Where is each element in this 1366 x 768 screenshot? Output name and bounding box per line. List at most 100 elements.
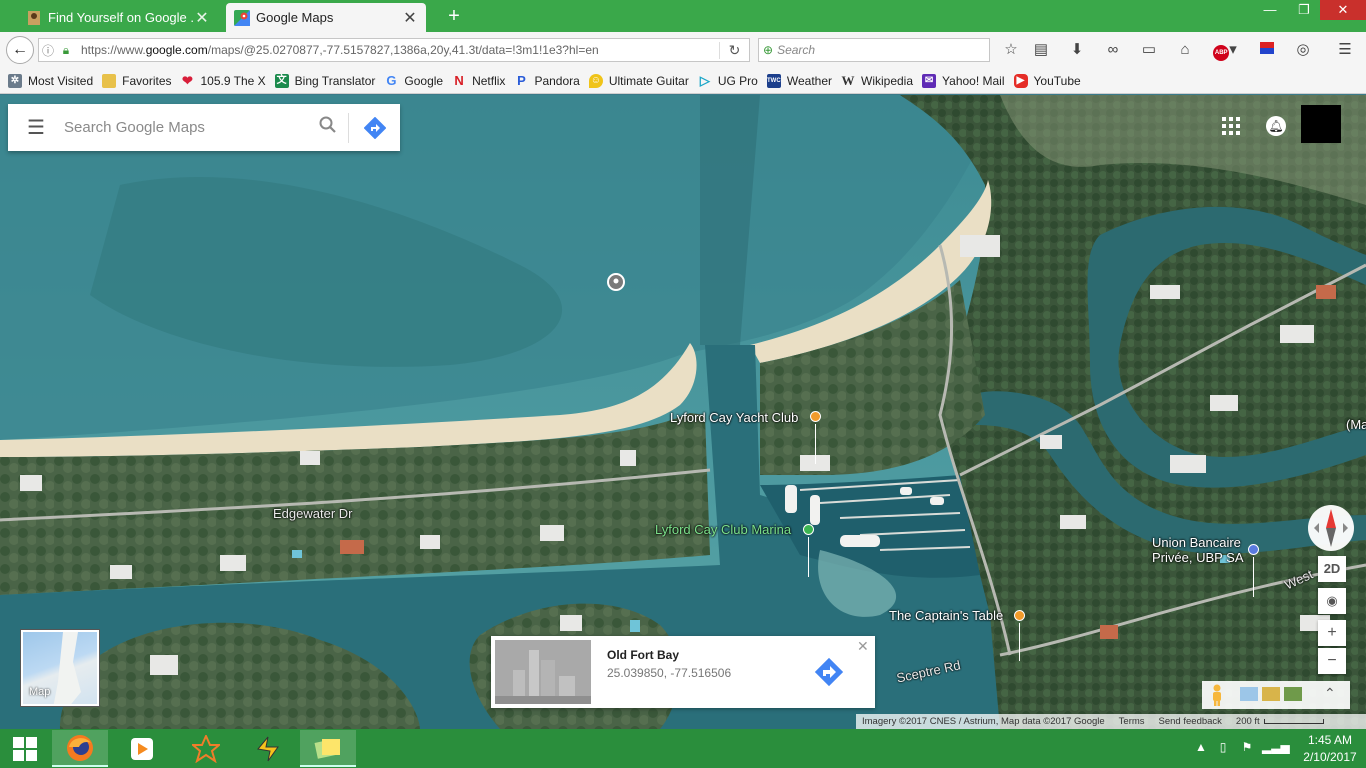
poi-leader-line [1253, 557, 1254, 597]
bookmark-star-icon[interactable]: ☆ [1000, 40, 1022, 60]
maps-search-input[interactable] [64, 119, 308, 136]
directions-icon[interactable] [348, 112, 400, 143]
tab-find-yourself[interactable]: Find Yourself on Google ... ✕ [18, 3, 218, 32]
taskbar-sticky-notes[interactable] [300, 730, 356, 767]
map-label-captains-table[interactable]: The Captain's Table [889, 608, 1003, 623]
scale-bar[interactable]: 200 ft [1236, 716, 1324, 727]
firefox-icon [67, 734, 93, 761]
bookmark-1059-the-x[interactable]: ❤ 105.9 The X [181, 73, 266, 88]
bookmark-wikipedia[interactable]: W Wikipedia [841, 73, 914, 88]
tab-label: Find Yourself on Google ... [48, 10, 194, 25]
bookmark-ug-pro[interactable]: ▷ UG Pro [698, 73, 758, 88]
bookmark-yahoo-mail[interactable]: ✉ Yahoo! Mail [922, 73, 1005, 88]
browser-search-bar[interactable]: ⊕ Search [758, 38, 990, 62]
google-maps-icon [234, 9, 250, 26]
terms-link[interactable]: Terms [1119, 716, 1145, 727]
tray-overflow-icon[interactable]: ▲ [1192, 740, 1210, 754]
directions-icon[interactable] [813, 656, 845, 688]
bookmark-google[interactable]: G Google [384, 72, 443, 88]
lock-icon: 🔒︎ [62, 42, 70, 57]
clock-time[interactable]: 1:45 AM [1300, 733, 1360, 747]
bookmark-netflix[interactable]: N Netflix [452, 73, 505, 88]
yahoo-mail-icon: ✉ [922, 73, 937, 88]
taskbar-firefox[interactable] [52, 730, 108, 767]
close-icon[interactable]: ✕ [857, 638, 869, 655]
bookmark-ultimate-guitar[interactable]: ☺ Ultimate Guitar [588, 73, 689, 88]
tab-google-maps[interactable]: Google Maps ✕ [226, 3, 426, 32]
network-signal-icon[interactable]: ▂▃▅ [1262, 740, 1290, 754]
bookmark-favorites[interactable]: Favorites [102, 73, 172, 88]
zoom-in-button[interactable]: + [1318, 620, 1346, 646]
poi-leader-line [815, 424, 816, 464]
pocket-icon[interactable]: ∞ [1102, 40, 1124, 60]
adblock-icon[interactable]: ABP ▾ [1210, 40, 1240, 61]
marina-icon[interactable] [803, 524, 814, 538]
reading-list-icon[interactable]: ▤ [1030, 40, 1052, 60]
tilt-2d-button[interactable]: 2D [1318, 556, 1346, 582]
bookmark-youtube[interactable]: ▶ YouTube [1013, 73, 1081, 88]
windows-logo-icon [13, 736, 37, 761]
bank-icon[interactable] [1248, 544, 1259, 558]
menu-icon[interactable]: ☰ [8, 115, 64, 140]
google-icon: G [386, 72, 397, 88]
map-layer-toggle[interactable]: Map [21, 630, 99, 706]
folder-icon [102, 73, 117, 88]
sticky-notes-icon [314, 738, 340, 759]
close-tab-icon[interactable]: ✕ [402, 8, 418, 28]
action-center-flag-icon[interactable]: ⚑ [1238, 740, 1256, 754]
place-card[interactable]: Old Fort Bay 25.039850, -77.516506 ✕ [491, 636, 875, 708]
window-close-icon[interactable]: ✕ [1320, 0, 1366, 20]
url-text[interactable]: https://www.google.com/maps/@25.0270877,… [81, 43, 719, 57]
map-label-marina[interactable]: Lyford Cay Club Marina [655, 522, 791, 537]
my-location-icon[interactable]: ◉ [1318, 588, 1346, 614]
home-icon[interactable]: ⌂ [1174, 40, 1196, 60]
weather-icon: TWC [766, 73, 781, 88]
battery-icon[interactable]: ▯ [1214, 740, 1232, 754]
taskbar-app-star[interactable] [178, 730, 234, 767]
pegman-icon[interactable] [1210, 684, 1224, 706]
bookmark-pandora[interactable]: P Pandora [514, 73, 580, 88]
map-label-bank[interactable]: Union Bancaire Privée, UBP SA [1152, 535, 1244, 565]
search-engine-icon: ⊕ [763, 43, 774, 57]
bookmark-most-visited[interactable]: ✲ Most Visited [8, 73, 93, 88]
imagery-thumb-icon[interactable] [1262, 687, 1280, 701]
reload-icon[interactable]: ↻ [719, 41, 749, 59]
taskbar-winamp[interactable] [240, 730, 296, 767]
window-icon[interactable]: ▭ [1138, 40, 1160, 60]
extension-icon[interactable] [1256, 40, 1278, 60]
compass-icon[interactable] [1308, 505, 1354, 551]
downloads-icon[interactable]: ⬇ [1066, 40, 1088, 60]
new-tab-button[interactable]: + [442, 4, 466, 28]
start-button[interactable] [0, 730, 50, 767]
star-app-icon [192, 734, 220, 763]
minimize-icon[interactable]: — [1254, 0, 1286, 20]
info-icon[interactable]: ⓘ [39, 42, 57, 59]
taskbar-media-player[interactable] [114, 730, 170, 767]
apps-grid-icon[interactable] [1222, 117, 1240, 135]
back-button[interactable]: ← [6, 36, 34, 64]
send-feedback-link[interactable]: Send feedback [1159, 716, 1222, 727]
poi-leader-line [1019, 623, 1020, 661]
restaurant-icon[interactable] [810, 411, 821, 425]
restaurant-icon[interactable] [1014, 610, 1025, 624]
winamp-icon [257, 736, 279, 761]
clock-date[interactable]: 2/10/2017 [1300, 750, 1360, 764]
zoom-out-button[interactable]: − [1318, 648, 1346, 674]
imagery-thumb-icon[interactable] [1240, 687, 1258, 701]
place-coordinates: 25.039850, -77.516506 [607, 666, 732, 680]
expand-icon[interactable]: ⌃ [1324, 685, 1336, 702]
close-tab-icon[interactable]: ✕ [194, 8, 210, 28]
globe-icon[interactable]: ◎ [1292, 40, 1314, 60]
notifications-bell-icon[interactable]: 🔔︎ [1266, 116, 1286, 136]
account-avatar[interactable] [1301, 105, 1341, 143]
search-icon[interactable] [308, 116, 348, 139]
imagery-thumb-icon[interactable] [1284, 687, 1302, 701]
url-bar[interactable]: ⓘ 🔒︎ https://www.google.com/maps/@25.027… [38, 38, 750, 62]
restore-icon[interactable]: ❐ [1288, 0, 1320, 20]
place-thumbnail[interactable] [495, 640, 591, 704]
bookmark-weather[interactable]: TWC Weather [766, 73, 832, 88]
bookmark-bing-translator[interactable]: 文 Bing Translator [274, 73, 375, 88]
hamburger-menu-icon[interactable]: ☰ [1334, 40, 1356, 60]
place-name: Old Fort Bay [607, 648, 680, 662]
map-label-yacht-club[interactable]: Lyford Cay Yacht Club [670, 410, 798, 425]
